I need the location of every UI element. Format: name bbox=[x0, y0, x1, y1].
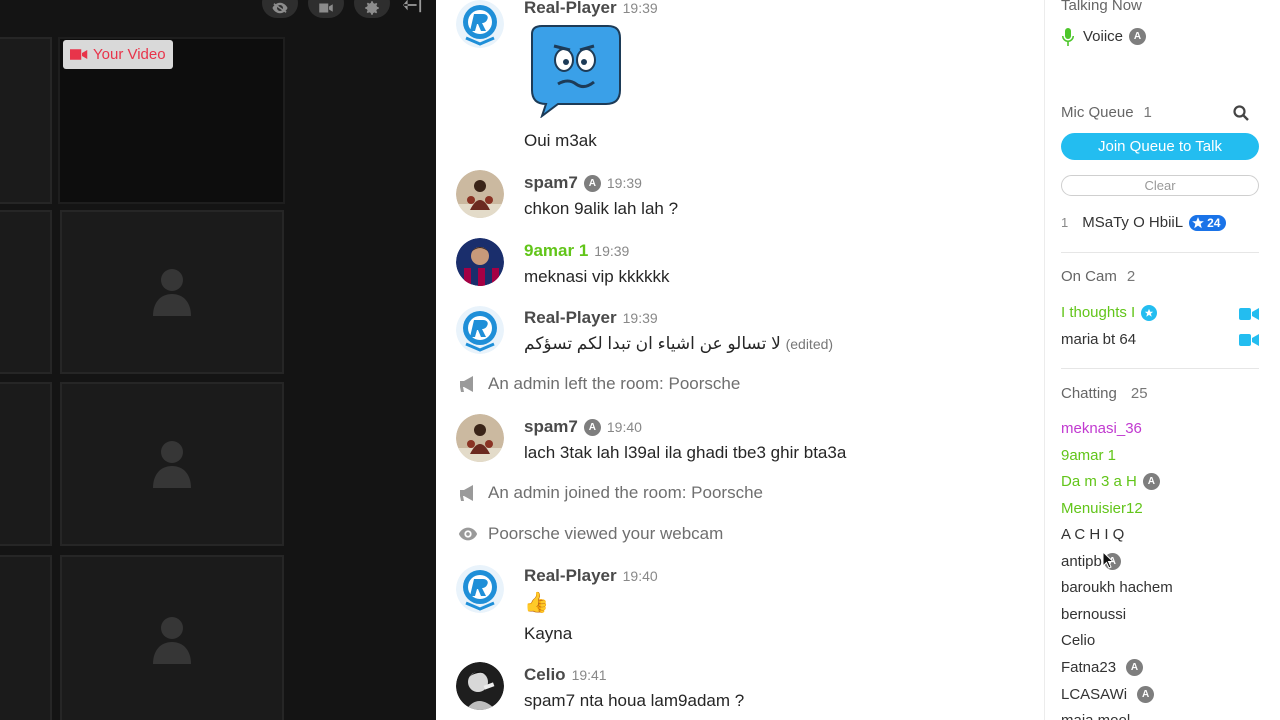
message-time: 19:40 bbox=[606, 419, 642, 435]
admin-badge: A bbox=[1129, 28, 1147, 45]
message-username[interactable]: Real-Player bbox=[524, 0, 617, 18]
message-text: spam7 nta houa lam9adam ? bbox=[524, 691, 745, 710]
admin-badge: A bbox=[1126, 659, 1144, 676]
star-badge-icon bbox=[1141, 304, 1158, 321]
chatting-user[interactable]: bernoussi bbox=[1061, 606, 1126, 623]
system-message: An admin joined the room: Poorsche bbox=[458, 483, 763, 503]
message-username[interactable]: Real-Player bbox=[524, 566, 617, 586]
arrow-exit-icon bbox=[403, 0, 422, 13]
admin-badge: A bbox=[583, 174, 601, 192]
chatting-user[interactable]: Fatna23 A bbox=[1061, 659, 1144, 676]
edited-label: (edited) bbox=[785, 336, 834, 352]
video-tile[interactable] bbox=[60, 210, 284, 374]
message-time: 19:41 bbox=[571, 667, 607, 683]
system-message: An admin left the room: Poorsche bbox=[458, 374, 740, 394]
video-camera-icon bbox=[319, 3, 333, 13]
watch-cam-icon[interactable] bbox=[1239, 307, 1259, 321]
chatting-title: Chatting 25 bbox=[1061, 385, 1148, 402]
avatar[interactable] bbox=[456, 238, 504, 286]
avatar[interactable] bbox=[456, 0, 504, 48]
video-camera-icon bbox=[70, 49, 88, 60]
avatar[interactable] bbox=[456, 565, 504, 613]
avatar[interactable] bbox=[456, 170, 504, 218]
chatting-user[interactable]: Celio bbox=[1061, 632, 1095, 649]
video-tile[interactable] bbox=[0, 555, 52, 720]
on-cam-title: On Cam 2 bbox=[1061, 268, 1136, 285]
video-tile[interactable] bbox=[0, 210, 52, 374]
user-placeholder-icon bbox=[153, 440, 191, 488]
megaphone-icon bbox=[460, 376, 473, 392]
search-icon[interactable] bbox=[1233, 105, 1249, 121]
user-sidebar: Talking Now Voiice A Mic Queue 1 Join Que… bbox=[1044, 0, 1280, 720]
on-cam-user[interactable]: I thoughts I bbox=[1061, 304, 1158, 321]
video-area: Your Video bbox=[0, 0, 436, 720]
join-queue-button[interactable]: Join Queue to Talk bbox=[1061, 133, 1259, 160]
divider bbox=[1061, 368, 1259, 369]
user-placeholder-icon bbox=[153, 268, 191, 316]
talking-user[interactable]: Voiice A bbox=[1083, 28, 1147, 45]
collapse-video-button[interactable] bbox=[402, 0, 426, 16]
message-username[interactable]: spam7 bbox=[524, 173, 578, 193]
chatting-user[interactable]: 9amar 1 bbox=[1061, 447, 1116, 464]
rank-badge: 24 bbox=[1189, 214, 1227, 231]
eye-icon bbox=[458, 527, 478, 541]
your-video-label: Your Video bbox=[63, 40, 173, 69]
message-text: meknasi vip kkkkkk bbox=[524, 267, 670, 286]
message-time: 19:39 bbox=[594, 243, 630, 259]
message-time: 19:39 bbox=[622, 0, 658, 16]
chatting-user[interactable]: meknasi_36 bbox=[1061, 420, 1142, 437]
microphone-icon bbox=[1061, 28, 1075, 51]
talking-now-title: Talking Now bbox=[1061, 0, 1142, 14]
clear-queue-button[interactable]: Clear bbox=[1061, 175, 1259, 196]
video-tile[interactable] bbox=[60, 382, 284, 546]
avatar[interactable] bbox=[456, 414, 504, 462]
queue-entry[interactable]: 1 MSaTy O HbiiL 24 bbox=[1061, 214, 1227, 231]
chatting-user[interactable]: baroukh hachem bbox=[1061, 579, 1173, 596]
megaphone-icon bbox=[460, 485, 473, 501]
admin-badge: A bbox=[583, 418, 601, 436]
message-username[interactable]: Celio bbox=[524, 665, 566, 685]
message-time: 19:39 bbox=[606, 175, 642, 191]
eye-slash-icon bbox=[272, 2, 288, 14]
video-tile[interactable] bbox=[0, 382, 52, 546]
message-text: لا تسالو عن اشياء ان تبدا لكم تسؤكم (edi… bbox=[524, 334, 833, 354]
message-username[interactable]: 9amar 1 bbox=[524, 241, 588, 261]
admin-badge: A bbox=[1142, 473, 1160, 490]
system-message: Poorsche viewed your webcam bbox=[458, 524, 723, 544]
message-text: chkon 9alik lah lah ? bbox=[524, 199, 679, 218]
thumbs-up-emoji: 👍 bbox=[524, 592, 549, 614]
message-text: Oui m3ak bbox=[524, 131, 597, 150]
admin-badge: A bbox=[1137, 686, 1155, 703]
sticker-image bbox=[524, 24, 624, 119]
message-time: 19:39 bbox=[622, 310, 658, 326]
chatting-user[interactable]: Menuisier12 bbox=[1061, 500, 1143, 517]
video-settings-button[interactable] bbox=[354, 0, 390, 18]
message-text: lach 3tak lah l39al ila ghadi tbe3 ghir … bbox=[524, 443, 847, 462]
star-icon bbox=[1192, 216, 1204, 228]
video-toolbar bbox=[262, 0, 390, 18]
watch-cam-icon[interactable] bbox=[1239, 333, 1259, 347]
message-time: 19:40 bbox=[622, 568, 658, 584]
chatting-user[interactable]: A C H I Q bbox=[1061, 526, 1124, 543]
message-username[interactable]: spam7 bbox=[524, 417, 578, 437]
chatting-user[interactable]: maja mool bbox=[1061, 712, 1130, 720]
chatting-user[interactable]: LCASAWi A bbox=[1061, 686, 1155, 703]
chat-log[interactable]: Real-Player 19:39 Oui m3ak spam7 A 19:39… bbox=[436, 0, 1044, 720]
message-username[interactable]: Real-Player bbox=[524, 308, 617, 328]
avatar[interactable] bbox=[456, 662, 504, 710]
video-tile[interactable] bbox=[60, 555, 284, 720]
divider bbox=[1061, 252, 1259, 253]
avatar[interactable] bbox=[456, 306, 504, 354]
hide-cams-button[interactable] bbox=[262, 0, 298, 18]
camera-toggle-button[interactable] bbox=[308, 0, 344, 18]
mouse-cursor-icon bbox=[1102, 550, 1115, 569]
on-cam-user[interactable]: maria bt 64 bbox=[1061, 331, 1136, 348]
message-text-arabic: لا تسالو عن اشياء ان تبدا لكم تسؤكم bbox=[524, 334, 781, 353]
video-tile[interactable] bbox=[0, 37, 52, 204]
gear-icon bbox=[365, 1, 379, 15]
chatting-user[interactable]: Da m 3 a HA bbox=[1061, 473, 1160, 490]
message-text: Kayna bbox=[524, 624, 573, 643]
user-placeholder-icon bbox=[153, 616, 191, 664]
mic-queue-title: Mic Queue 1 bbox=[1061, 104, 1152, 121]
